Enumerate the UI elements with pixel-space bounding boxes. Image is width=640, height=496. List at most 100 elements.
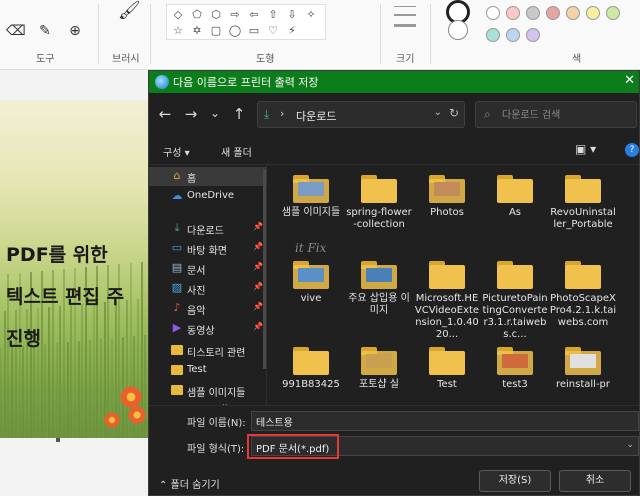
shape-option-icon[interactable]: ⇩	[285, 8, 299, 22]
hide-folders-button[interactable]: ⌃ 폴더 숨기기	[159, 476, 220, 491]
help-icon[interactable]: ?	[625, 143, 639, 157]
shape-option-icon[interactable]: ◯	[228, 24, 242, 38]
folder-icon	[429, 347, 465, 375]
nav-item[interactable]: 샘플 이미지들	[149, 381, 267, 400]
color-swatch[interactable]	[586, 6, 600, 20]
color-swatch[interactable]	[606, 6, 620, 20]
filename-input[interactable]	[251, 411, 639, 431]
forward-button[interactable]: →	[181, 105, 201, 123]
flower-decoration	[120, 386, 142, 408]
color2-swatch[interactable]	[448, 20, 468, 40]
paint-canvas[interactable]: PDF를 위한 텍스트 편집 주 진행	[0, 100, 148, 438]
folder-item[interactable]: Test	[413, 339, 481, 405]
up-button[interactable]: ↑	[229, 105, 249, 123]
chevron-down-icon[interactable]: ⌄	[434, 107, 442, 118]
color-swatch[interactable]	[526, 28, 540, 42]
shape-option-icon[interactable]: ⬡	[209, 8, 223, 22]
nav-item[interactable]: ▨ 사진 📌	[149, 279, 267, 298]
command-bar: 구성 ▾ 새 폴더 ▣ ▾ ?	[149, 137, 639, 165]
nav-item[interactable]: 티스토리 관련	[149, 341, 267, 360]
folder-label: 포토샵 실	[359, 379, 399, 390]
folder-item[interactable]: Photos	[413, 167, 481, 251]
folder-item[interactable]: As	[481, 167, 549, 251]
recent-dropdown-button[interactable]: ⌄	[205, 106, 225, 120]
canvas-resize-handle[interactable]	[56, 438, 60, 442]
video-icon: ▶	[172, 321, 182, 334]
nav-pane-scrollbar[interactable]	[263, 169, 266, 369]
color-swatch[interactable]	[526, 6, 540, 20]
refresh-icon[interactable]: ↻	[449, 106, 459, 120]
shape-option-icon[interactable]: ⇧	[266, 8, 280, 22]
document-icon: ▤	[171, 261, 183, 274]
dialog-titlebar[interactable]: 다음 이름으로 프린터 출력 저장 ✕	[149, 71, 639, 93]
shape-option-icon[interactable]: ⇨	[228, 8, 242, 22]
folder-item[interactable]: 주요 삽입용 이미지	[345, 253, 413, 337]
globe-icon	[155, 75, 169, 89]
shape-option-icon[interactable]: ⚡	[285, 24, 299, 38]
nav-item[interactable]: ⤓ 다운로드 📌	[149, 219, 267, 238]
color-swatch[interactable]	[566, 6, 580, 20]
shape-option-icon[interactable]: ⬠	[190, 8, 204, 22]
folder-item[interactable]: Microsoft.HEVCVideoExtension_1.0.4020...	[413, 253, 481, 340]
color-swatch[interactable]	[486, 28, 500, 42]
folder-icon	[171, 385, 183, 395]
folder-item[interactable]: PhotoScapeXPro4.2.1.k.taiwebs.com	[549, 253, 617, 337]
cancel-button[interactable]: 취소	[559, 470, 631, 492]
folder-item[interactable]: 991B83425	[277, 339, 345, 405]
shapes-gallery[interactable]: ◇ ⬠ ⬡ ⇨ ⇦ ⇧ ⇩ ✧ ☆ ✡ ▢ ◯ ▭ ♡ ⚡	[166, 4, 326, 40]
address-current-folder[interactable]: 다운로드	[296, 108, 336, 124]
search-box[interactable]: ⌕	[475, 101, 637, 128]
color-swatch[interactable]	[546, 6, 560, 20]
flower-decoration	[128, 406, 146, 424]
brush-icon[interactable]: 🖌	[118, 2, 141, 20]
nav-item[interactable]: ♪ 음악 📌	[149, 299, 267, 318]
magnifier-icon[interactable]: ⊕	[66, 22, 84, 40]
save-as-dialog: 다음 이름으로 프린터 출력 저장 ✕ ← → ⌄ ↑ ⤓ › 다운로드 ⌄ ↻…	[148, 70, 640, 496]
color-swatch[interactable]	[506, 6, 520, 20]
nav-item[interactable]: ▶ 동영상 📌	[149, 319, 267, 338]
folder-item[interactable]: RevoUninstaller_Portable	[549, 167, 617, 251]
shape-option-icon[interactable]: ▢	[209, 24, 223, 38]
organize-button[interactable]: 구성 ▾	[163, 144, 190, 159]
shape-option-icon[interactable]: ♡	[266, 24, 280, 38]
size-lines-icon[interactable]	[394, 4, 416, 40]
shape-option-icon[interactable]: ⇦	[247, 8, 261, 22]
color-swatch[interactable]	[506, 28, 520, 42]
shape-option-icon[interactable]: ✡	[190, 24, 204, 38]
folder-item[interactable]: PicturetoPaintingConverter3.1.r.taiwebs.…	[481, 253, 549, 340]
chevron-down-icon[interactable]: ⌄	[626, 440, 634, 450]
shape-option-icon[interactable]: ✧	[304, 8, 318, 22]
shape-option-icon[interactable]: ▭	[247, 24, 261, 38]
folder-item[interactable]: vive	[277, 253, 345, 337]
save-button[interactable]: 저장(S)	[479, 470, 551, 492]
folder-label: test3	[502, 379, 528, 390]
search-input[interactable]	[502, 106, 632, 124]
shape-option-icon[interactable]: ☆	[171, 24, 185, 38]
tools-group-label: 도구	[36, 54, 55, 65]
color-swatch[interactable]	[486, 6, 500, 20]
folder-label: spring-flower-collection	[346, 207, 412, 230]
folder-item[interactable]: 포토샵 실	[345, 339, 413, 405]
folder-item[interactable]: spring-flower-collection	[345, 167, 413, 251]
nav-item[interactable]: ▭ 바탕 화면 📌	[149, 239, 267, 258]
nav-item[interactable]: ☁ OneDrive	[149, 187, 267, 206]
pin-icon: 📌	[253, 242, 263, 251]
folder-item[interactable]: 샘플 이미지들	[277, 167, 345, 251]
cloud-icon: ☁	[171, 189, 183, 202]
new-folder-button[interactable]: 새 폴더	[221, 144, 252, 159]
view-options-icon[interactable]: ▣ ▾	[575, 142, 596, 156]
chevron-right-icon[interactable]: ›	[280, 107, 284, 120]
folder-item[interactable]: reinstall-pr	[549, 339, 617, 405]
color-picker-icon[interactable]: ✎	[36, 22, 54, 40]
back-button[interactable]: ←	[155, 105, 175, 123]
nav-item[interactable]: ▤ 문서 📌	[149, 259, 267, 278]
filetype-select[interactable]: PDF 문서(*.pdf) ⌄	[251, 436, 639, 456]
address-bar[interactable]: ⤓ › 다운로드 ⌄ ↻	[257, 101, 465, 128]
nav-item[interactable]: Test	[149, 361, 267, 380]
shape-option-icon[interactable]: ◇	[171, 8, 185, 22]
nav-item-label: 홈	[187, 174, 197, 185]
eraser-icon[interactable]: ⌫	[6, 22, 26, 40]
close-icon[interactable]: ✕	[624, 73, 635, 88]
nav-item[interactable]: ⌂ 홈	[149, 167, 267, 186]
folder-item[interactable]: test3	[481, 339, 549, 405]
